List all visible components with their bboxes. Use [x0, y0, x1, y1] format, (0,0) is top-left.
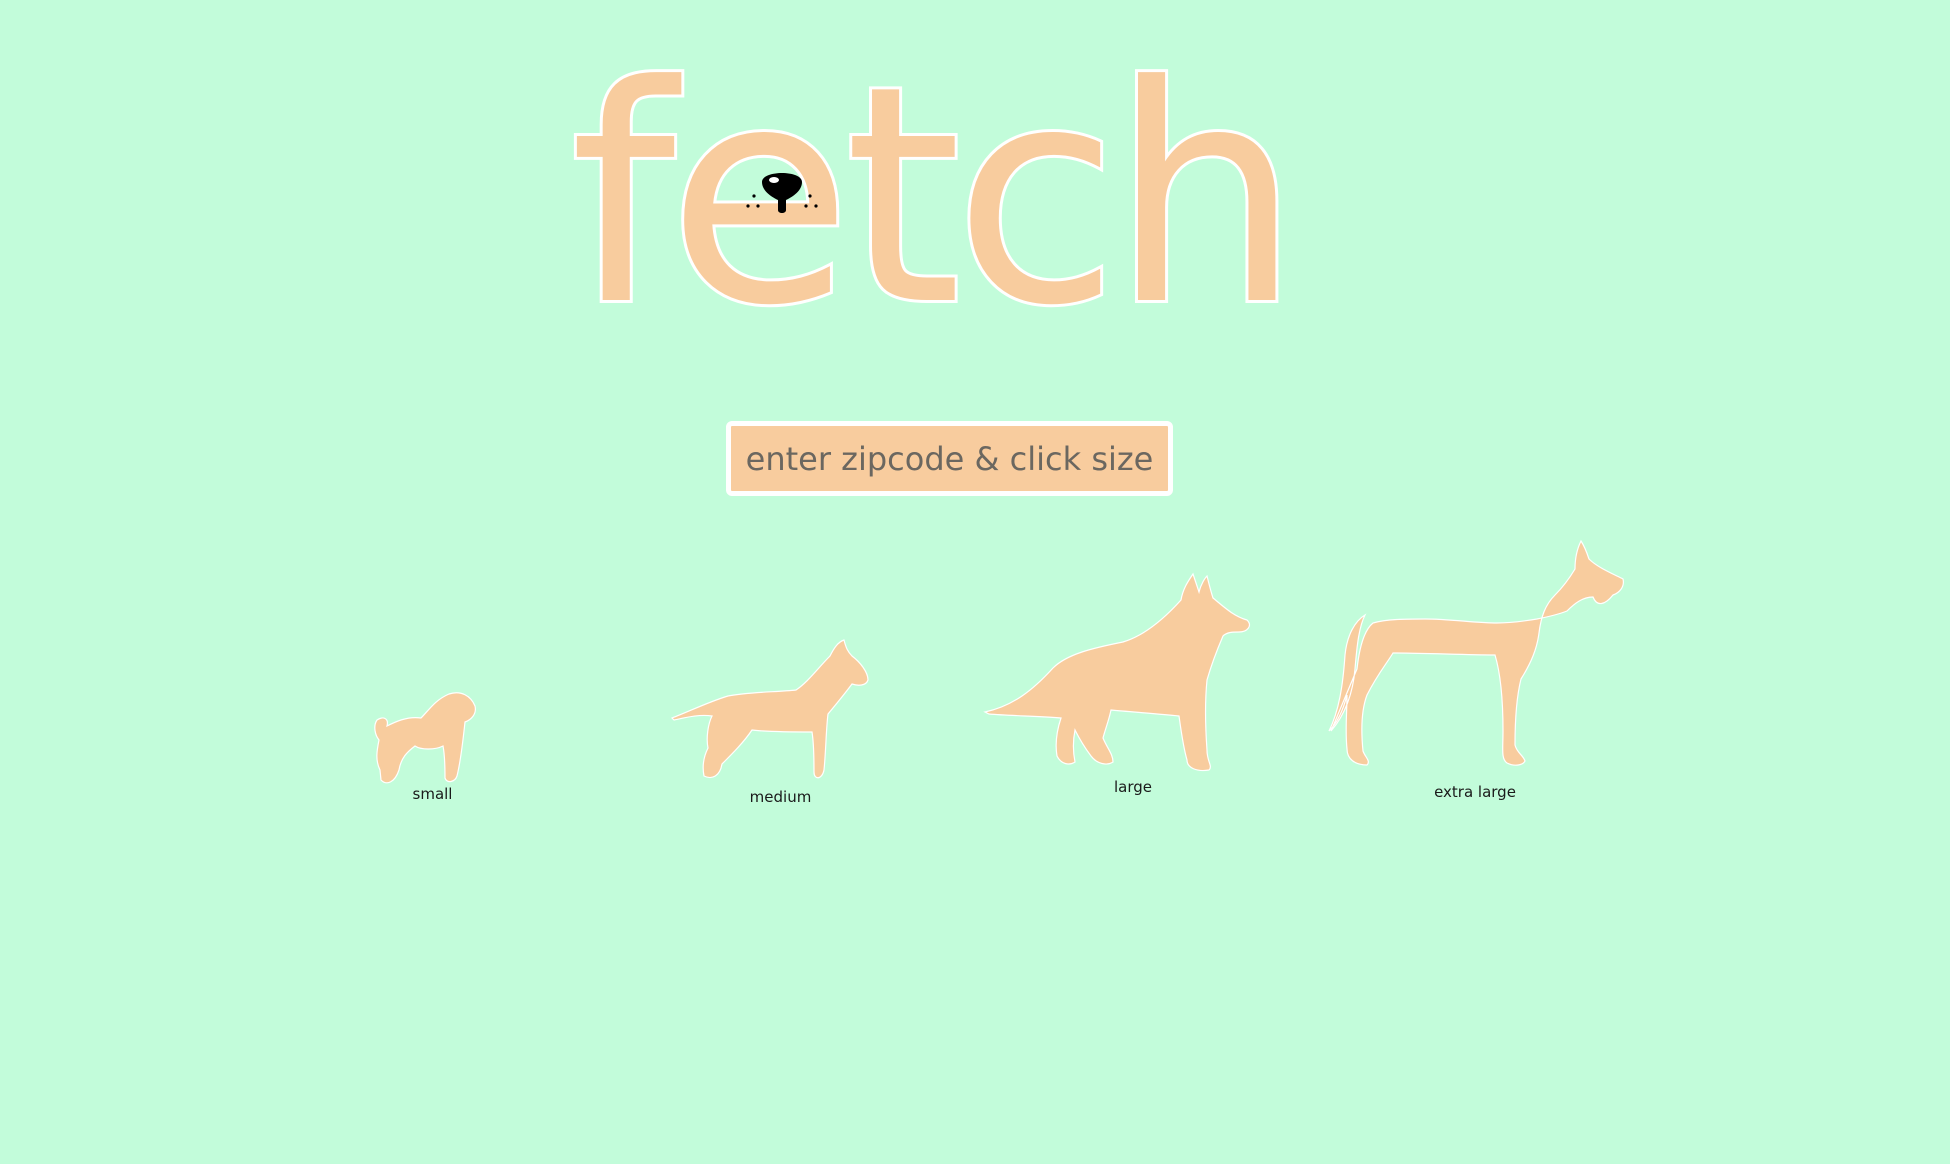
fetch-logo: fetch — [570, 60, 1304, 320]
size-label-medium: medium — [749, 788, 812, 806]
size-option-large[interactable]: large — [983, 570, 1283, 800]
medium-dog-icon — [670, 639, 869, 779]
size-label-large: large — [1113, 778, 1152, 796]
small-dog-icon — [374, 692, 476, 784]
size-option-medium[interactable]: medium — [668, 620, 893, 810]
extra-large-dog-icon — [1328, 539, 1624, 766]
size-option-small[interactable]: small — [365, 660, 500, 810]
size-label-small: small — [412, 785, 453, 803]
large-dog-icon — [983, 572, 1251, 772]
size-label-extra-large: extra large — [1434, 783, 1516, 801]
zipcode-input[interactable] — [731, 426, 1168, 491]
logo-wordmark: fetch — [570, 60, 1293, 320]
size-option-extra-large[interactable]: extra large — [1325, 535, 1625, 805]
zipcode-field-frame — [726, 421, 1173, 496]
